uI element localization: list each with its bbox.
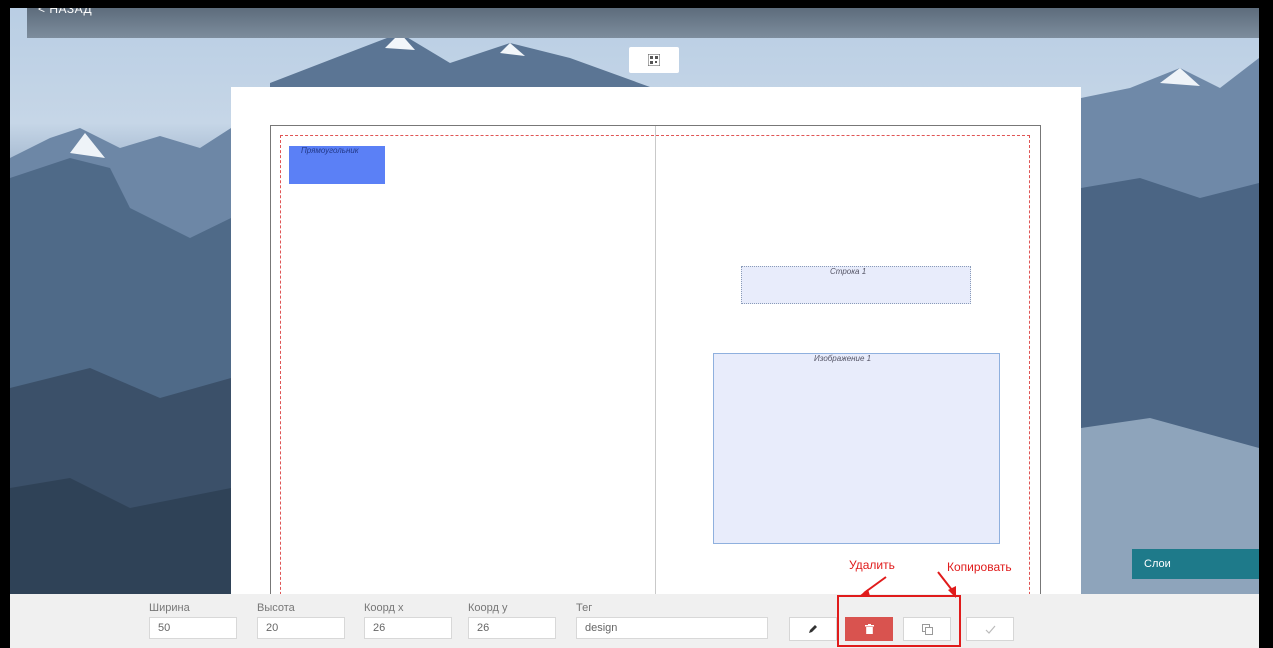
app-window: < НАЗАД Прямоугольник Строка 1 Изображен… (10, 8, 1259, 648)
page-spread[interactable]: Прямоугольник Строка 1 Изображение 1 (270, 125, 1041, 625)
height-label: Высота (257, 602, 295, 614)
properties-toolbar: Ширина Высота Коорд x Коорд y Тег (10, 594, 1259, 648)
coord-y-label: Коорд y (468, 602, 508, 614)
width-label: Ширина (149, 602, 190, 614)
checkmark-icon (985, 625, 995, 634)
coord-x-label: Коорд x (364, 602, 404, 614)
text-line-element[interactable]: Строка 1 (741, 266, 971, 304)
pencil-icon (809, 625, 817, 633)
design-sheet: Прямоугольник Строка 1 Изображение 1 (231, 87, 1081, 625)
back-link[interactable]: < НАЗАД (38, 8, 92, 16)
trash-icon (864, 624, 874, 634)
confirm-button[interactable] (966, 617, 1014, 641)
rectangle-element[interactable]: Прямоугольник (289, 146, 385, 184)
delete-arrow-icon (858, 576, 887, 597)
safe-area: Прямоугольник Строка 1 Изображение 1 (280, 135, 1030, 615)
coord-x-input[interactable] (364, 617, 452, 639)
copy-icon (921, 623, 933, 635)
image-element-label: Изображение 1 (814, 354, 872, 363)
edit-button[interactable] (789, 617, 837, 641)
qr-code-icon (648, 54, 660, 66)
tag-label: Тег (576, 602, 593, 614)
height-input[interactable] (257, 617, 345, 639)
top-bar (27, 8, 1259, 38)
delete-button[interactable] (845, 617, 893, 641)
rectangle-element-label: Прямоугольник (301, 146, 359, 155)
layers-button[interactable]: Слои (1132, 549, 1259, 579)
coord-y-input[interactable] (468, 617, 556, 639)
text-line-element-label: Строка 1 (830, 267, 867, 276)
tag-input[interactable] (576, 617, 768, 639)
delete-annotation: Удалить (849, 558, 895, 572)
width-input[interactable] (149, 617, 237, 639)
qr-code-button[interactable] (629, 47, 679, 73)
image-element[interactable]: Изображение 1 (713, 353, 1000, 544)
copy-button[interactable] (903, 617, 951, 641)
copy-arrow-icon (937, 571, 956, 598)
